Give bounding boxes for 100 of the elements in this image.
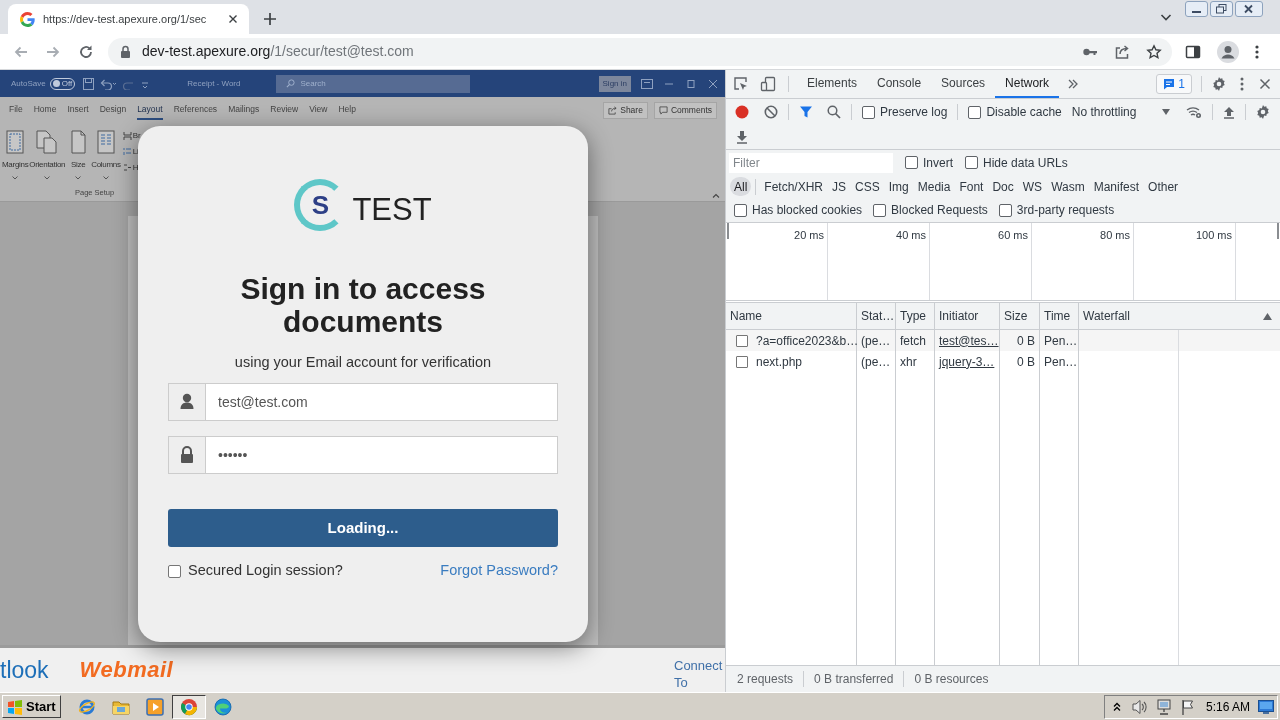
restore-icon[interactable] <box>685 78 697 89</box>
type-filter[interactable]: WS <box>1018 177 1047 196</box>
type-filter[interactable]: JS <box>828 177 851 196</box>
request-name[interactable]: ?a=office2023&b… <box>756 331 859 350</box>
double-chevron-up-icon[interactable] <box>1113 701 1121 712</box>
comments-button[interactable]: Comments <box>653 102 717 119</box>
ribbon-tab[interactable]: Help <box>338 101 356 120</box>
taskbar-clock[interactable]: 5:16 AM <box>1206 697 1251 716</box>
type-filter[interactable]: Wasm <box>1047 177 1089 196</box>
submit-button[interactable]: Loading... <box>168 509 558 547</box>
column-header[interactable]: Size <box>1000 307 1032 325</box>
column-header[interactable]: Initiator <box>935 307 983 325</box>
ribbon-tab[interactable]: Mailings <box>228 101 260 120</box>
monitor-icon[interactable] <box>1258 699 1274 714</box>
type-filter[interactable]: Font <box>955 177 988 196</box>
flag-icon[interactable] <box>1181 698 1195 715</box>
download-icon[interactable] <box>736 130 748 144</box>
menu-icon[interactable] <box>1255 43 1259 60</box>
restore-icon[interactable] <box>1210 1 1233 17</box>
ribbon-small-button[interactable]: Li <box>122 146 141 158</box>
type-filter[interactable]: Img <box>884 177 913 196</box>
type-filter[interactable]: Fetch/XHR <box>760 177 828 196</box>
save-icon[interactable] <box>83 77 95 90</box>
type-filter[interactable]: CSS <box>851 177 884 196</box>
ribbon-tab[interactable]: Design <box>99 101 127 120</box>
circle-slash-icon[interactable] <box>764 105 778 119</box>
filter-field[interactable]: Filter <box>729 152 893 173</box>
ribbon-tab[interactable]: Insert <box>67 101 89 120</box>
type-filter[interactable]: Doc <box>988 177 1018 196</box>
lock-icon[interactable] <box>120 45 131 58</box>
column-header[interactable]: Type <box>896 307 930 325</box>
ribbon-button[interactable]: Columns <box>91 129 121 171</box>
profile-avatar-icon[interactable] <box>1217 40 1239 63</box>
column-header[interactable]: Waterfall <box>1079 307 1134 325</box>
request-name[interactable]: next.php <box>756 352 803 371</box>
checkbox[interactable] <box>734 203 747 217</box>
username-field[interactable]: test@test.com <box>206 383 558 421</box>
start-button[interactable]: Start <box>2 695 61 718</box>
checkbox[interactable] <box>168 564 181 578</box>
caret-icon[interactable] <box>75 176 82 180</box>
caret-up-icon[interactable] <box>712 193 720 198</box>
devtools-tab[interactable]: Console <box>867 70 932 98</box>
checkbox[interactable] <box>862 105 875 119</box>
connect-link[interactable]: Connect To <box>674 657 724 691</box>
caret-icon[interactable] <box>44 176 51 180</box>
speaker-icon[interactable] <box>1131 698 1148 715</box>
ribbon-tab[interactable]: File <box>9 101 23 120</box>
checkbox[interactable] <box>998 203 1012 217</box>
ribbon-button[interactable]: Size <box>66 129 91 171</box>
forgot-password-link[interactable]: Forgot Password? <box>440 560 558 582</box>
pointer-in-box-icon[interactable] <box>733 76 749 92</box>
computer-icon[interactable] <box>1156 698 1172 715</box>
more-options-icon[interactable] <box>1240 77 1244 91</box>
ribbon-small-button[interactable]: Br <box>122 130 141 142</box>
settings-icon[interactable] <box>1255 104 1271 120</box>
ribbon-tab[interactable]: Home <box>33 101 57 120</box>
overview-handle[interactable] <box>1277 223 1279 239</box>
close-icon[interactable] <box>1259 78 1271 90</box>
devices-icon[interactable] <box>760 76 776 92</box>
type-filter[interactable]: Manifest <box>1089 177 1144 196</box>
devtools-tab[interactable]: Sources <box>931 70 996 98</box>
side-panel-icon[interactable] <box>1185 43 1201 60</box>
double-chevron-right-icon[interactable] <box>1067 78 1080 90</box>
ribbon-button[interactable]: Margins <box>2 129 29 171</box>
issues-button[interactable]: 1 <box>1156 74 1192 94</box>
devtools-tab[interactable]: Elements <box>797 70 868 98</box>
ribbon-small-button[interactable]: H <box>122 162 141 174</box>
caret-icon[interactable] <box>102 176 109 180</box>
star-icon[interactable] <box>1146 43 1162 60</box>
taskbar-app-button[interactable] <box>172 694 206 719</box>
sort-arrow-icon[interactable] <box>1263 312 1272 320</box>
close-window-icon[interactable] <box>1235 1 1263 17</box>
checkbox[interactable] <box>968 105 982 119</box>
upload-icon[interactable] <box>1222 105 1235 119</box>
undo-icon[interactable] <box>100 77 118 90</box>
initiator-link[interactable]: test@tes… <box>939 331 999 350</box>
type-filter[interactable]: Media <box>913 177 955 196</box>
column-header[interactable]: Name <box>726 307 766 325</box>
new-tab-icon[interactable] <box>263 12 277 26</box>
caret-icon[interactable] <box>12 176 19 180</box>
column-header[interactable]: Stat… <box>857 307 899 325</box>
ribbon-tab[interactable]: Review <box>270 101 299 120</box>
outlook-logo-text[interactable]: tlook <box>0 658 49 682</box>
initiator-link[interactable]: jquery-3… <box>939 352 995 371</box>
address-bar[interactable]: dev-test.apexure.org/1/secur/test@test.com <box>108 37 1172 66</box>
type-filter[interactable]: Other <box>1144 177 1183 196</box>
settings-icon[interactable] <box>1211 76 1227 92</box>
ribbon-tab[interactable]: References <box>173 101 218 120</box>
overview-handle[interactable] <box>727 223 729 239</box>
type-filter[interactable]: All <box>730 177 752 196</box>
ribbon-tab[interactable]: Layout <box>137 101 163 120</box>
reload-icon[interactable] <box>78 43 94 60</box>
checkbox[interactable] <box>905 156 918 169</box>
ribbon-tab[interactable]: View <box>309 101 328 120</box>
wifi-gear-icon[interactable] <box>1185 105 1202 119</box>
checkbox[interactable] <box>736 355 748 368</box>
filter-icon[interactable] <box>799 105 813 119</box>
checkbox[interactable] <box>873 203 887 217</box>
minimize-icon[interactable] <box>1185 1 1208 17</box>
password-field[interactable]: •••••• <box>206 436 558 474</box>
